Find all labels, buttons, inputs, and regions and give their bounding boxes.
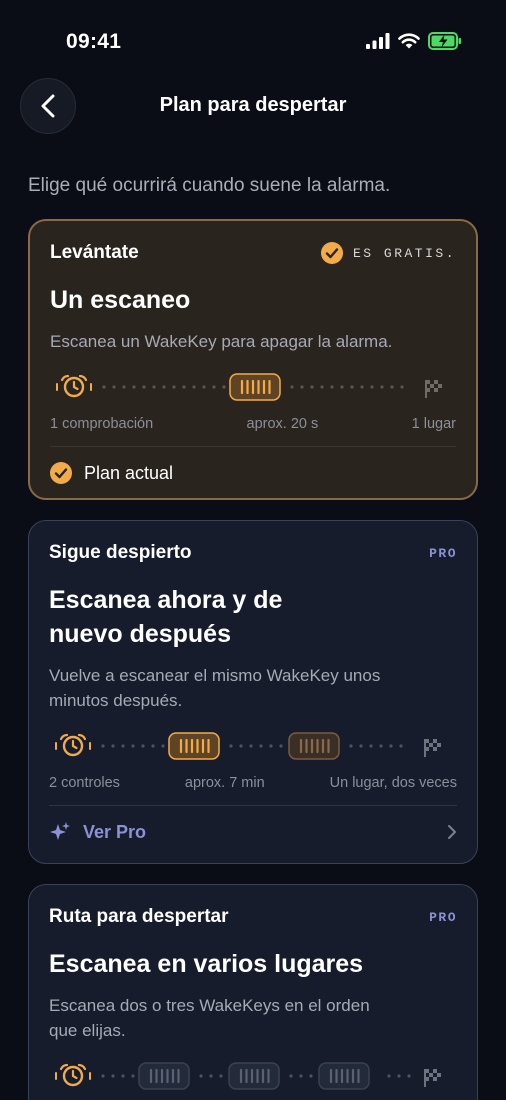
alarm-clock-icon	[55, 1063, 91, 1087]
plan-card-wake-route[interactable]: Ruta para despertar PRO Escanea en vario…	[28, 884, 478, 1100]
see-pro-row[interactable]: Ver Pro	[49, 806, 457, 858]
free-badge: ES GRATIS.	[320, 242, 456, 264]
meta-checks: 1 comprobación	[50, 416, 154, 432]
plan-card-wake-up[interactable]: Levántate ES GRATIS. Un escaneo Escanea …	[28, 219, 478, 500]
plan-description: Escanea un WakeKey para apagar la alarma…	[50, 332, 393, 351]
plan-kicker: Sigue despierto	[49, 542, 192, 563]
plan-card-stay-awake[interactable]: Sigue despierto PRO Escanea ahora y de n…	[28, 520, 478, 864]
meta-checks: 2 controles	[49, 775, 120, 791]
plan-description: Vuelve a escanear el mismo WakeKey unos …	[49, 663, 457, 713]
meta-places: 1 lugar	[411, 416, 456, 432]
plan-title-line: nuevo después	[49, 620, 231, 648]
plan-description: Escanea dos o tres WakeKeys en el orden …	[49, 993, 457, 1043]
finish-flag-icon	[424, 739, 441, 757]
status-icons	[366, 32, 462, 50]
alarm-clock-icon	[55, 733, 91, 757]
meta-duration: aprox. 7 min	[184, 775, 265, 791]
plan-title: Escanea en varios lugares	[49, 950, 364, 978]
wakekey-scan-chip-1	[138, 1062, 190, 1090]
pro-badge: PRO	[429, 909, 457, 925]
plan-title: Un escaneo	[50, 286, 191, 314]
status-time: 09:41	[66, 30, 122, 53]
plan-kicker: Ruta para despertar	[49, 906, 229, 927]
plan-description-line: Vuelve a escanear el mismo WakeKey unos	[49, 666, 381, 685]
check-circle-icon	[320, 242, 343, 264]
free-badge-label: ES GRATIS.	[352, 245, 456, 261]
plan-description-line: minutos después.	[49, 691, 183, 710]
current-plan-label: Plan actual	[84, 462, 174, 483]
plan-progress-track	[50, 370, 456, 402]
battery-charging-icon	[428, 32, 461, 50]
wifi-icon	[398, 33, 420, 49]
finish-flag-icon	[425, 380, 442, 398]
plan-meta: 1 comprobación aprox. 20 s 1 lugar	[50, 416, 456, 432]
current-plan-row: Plan actual	[50, 447, 456, 499]
meta-duration: aprox. 20 s	[246, 416, 319, 432]
wakekey-scan-chip-3	[318, 1062, 370, 1090]
sparkle-icon	[50, 822, 70, 840]
wakekey-scan-chip-2	[228, 1062, 280, 1090]
chevron-right-icon	[448, 825, 456, 839]
signal-icon	[366, 33, 390, 49]
plan-kicker: Levántate	[50, 242, 139, 263]
plan-description-line: Escanea dos o tres WakeKeys en el orden	[49, 996, 370, 1015]
plan-progress-track	[49, 729, 457, 761]
plan-title-line: Escanea ahora y de	[49, 586, 283, 614]
plan-meta: 2 controles aprox. 7 min Un lugar, dos v…	[49, 775, 457, 791]
plan-description-line: que elijas.	[49, 1021, 126, 1040]
page-subtitle: Elige qué ocurrirá cuando suene la alarm…	[28, 175, 391, 196]
status-bar: 09:41	[0, 0, 506, 84]
finish-flag-icon	[424, 1069, 441, 1087]
wakekey-scan-chip-later	[288, 732, 340, 760]
wakekey-scan-chip	[168, 732, 220, 760]
check-circle-icon	[50, 462, 72, 484]
plan-title: Escanea ahora y de nuevo después	[49, 583, 457, 651]
alarm-clock-icon	[56, 374, 92, 398]
see-pro-label[interactable]: Ver Pro	[83, 822, 146, 843]
pro-badge: PRO	[429, 545, 457, 561]
wakekey-scan-chip	[229, 373, 281, 401]
plan-progress-track	[49, 1059, 457, 1091]
meta-places: Un lugar, dos veces	[329, 775, 457, 791]
page-title: Plan para despertar	[159, 94, 347, 116]
